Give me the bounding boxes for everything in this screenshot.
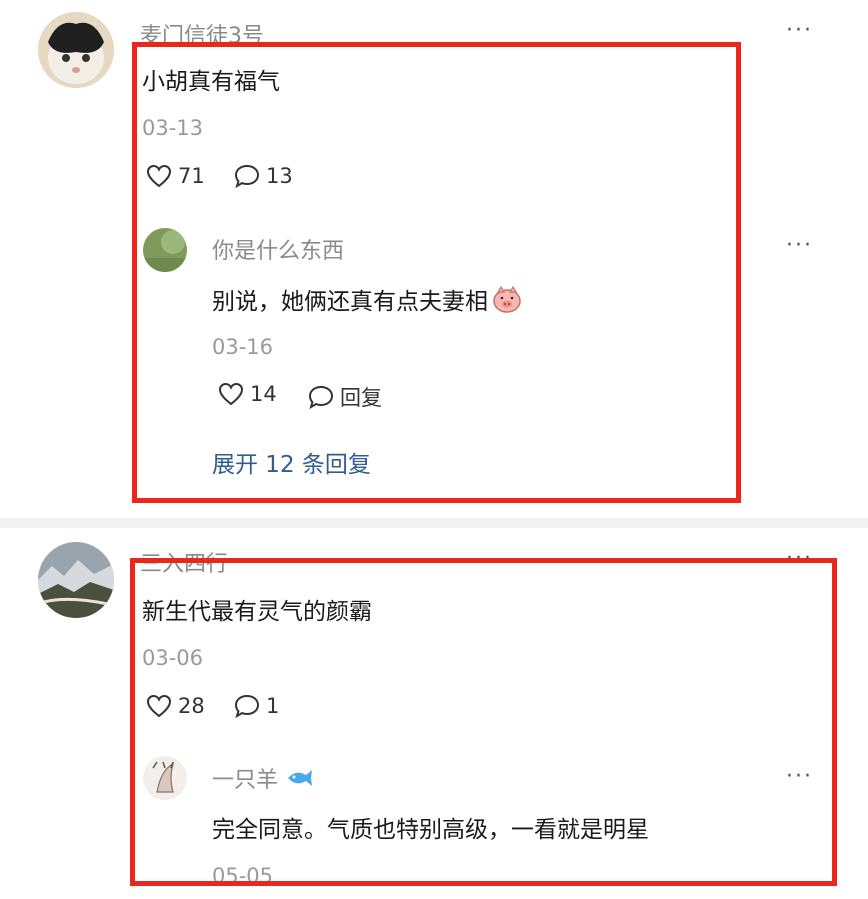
highlight-box [130, 558, 837, 886]
section-divider [0, 518, 868, 528]
highlight-box [132, 42, 741, 503]
more-options-icon[interactable]: ··· [786, 233, 813, 258]
avatar[interactable] [38, 12, 114, 88]
avatar[interactable] [38, 542, 114, 618]
more-options-icon[interactable]: ··· [786, 18, 813, 43]
